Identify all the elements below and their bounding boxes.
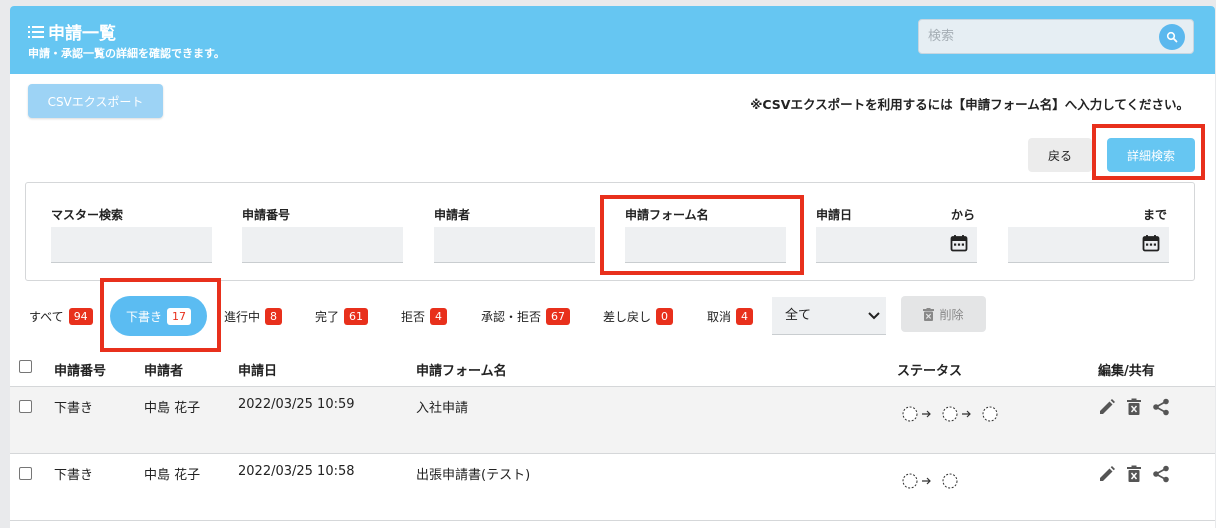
cell-date: 2022/03/25 10:59 [238,397,355,412]
applicant-input[interactable] [434,227,595,263]
applicant-label: 申請者 [434,208,471,222]
calendar-icon[interactable] [950,234,968,252]
page-title: 申請一覧 [28,19,116,44]
search-input[interactable] [919,20,1149,53]
tab-label: 差し戻し [603,309,652,324]
filter-select[interactable]: 全て [772,297,886,335]
date-from-label: から [951,208,976,222]
cell-date: 2022/03/25 10:58 [238,464,355,479]
cell-form-name: 出張申請書(テスト) [416,468,531,483]
delete-label: 削除 [939,307,964,322]
count-badge: 4 [430,307,448,325]
column-header: 申請番号 [54,364,107,379]
column-header: 申請日 [238,364,278,379]
tab-label: 承認・拒否 [481,309,542,324]
tab-label: 取消 [707,309,732,324]
share-icon[interactable] [1152,398,1170,416]
master-search-label: マスター検索 [51,208,124,222]
delete-button[interactable]: 削除 [901,296,986,332]
count-badge: 8 [265,307,283,325]
page-title-text: 申請一覧 [48,24,116,44]
cell-applicant: 中島 花子 [144,468,201,483]
highlight-draft-tab [100,278,221,352]
csv-export-button[interactable]: CSVエクスポート [28,84,163,118]
back-button[interactable]: 戻る [1028,138,1092,172]
csv-export-note: ※CSVエクスポートを利用するには【申請フォーム名】へ入力してください。 [750,97,1189,112]
date-from-input[interactable] [816,227,977,263]
row-actions [1098,465,1170,483]
cell-form-name: 入社申請 [416,401,469,416]
select-all-checkbox[interactable] [19,360,32,373]
row-checkbox[interactable] [19,467,32,480]
column-header: 申請フォーム名 [416,364,507,379]
count-badge: 67 [546,307,571,325]
select-value: 全て [785,308,812,323]
row-actions [1098,398,1170,416]
trash-icon [923,307,935,321]
table-header: 申請番号 申請者 申請日 申請フォーム名 ステータス 編集/共有 [10,351,1215,387]
application-number-input[interactable] [242,227,403,263]
column-header: 編集/共有 [1098,364,1155,379]
count-badge: 94 [68,307,93,325]
master-search-input[interactable] [51,227,212,263]
tab-cancelled[interactable]: 取消 4 [707,296,754,336]
page-subtitle: 申請・承認一覧の詳細を確認できます。 [28,47,225,60]
app-window: 申請一覧 申請・承認一覧の詳細を確認できます。 CSVエクスポート ※CSVエク… [10,6,1215,528]
application-date-label: 申請日 [816,208,853,222]
date-to-label: まで [1143,208,1168,222]
list-icon [28,25,44,38]
count-badge: 61 [344,307,369,325]
delete-icon[interactable] [1126,465,1142,483]
table-row[interactable]: 下書き 中島 花子 2022/03/25 10:58 出張申請書(テスト) [10,454,1215,521]
date-to-input[interactable] [1008,227,1169,263]
search-icon [1166,31,1178,43]
row-checkbox[interactable] [19,400,32,413]
status-flow [902,472,962,494]
column-header: ステータス [897,364,963,379]
search-box [918,19,1194,54]
status-step-icon [902,473,958,489]
status-flow [902,405,1002,427]
edit-icon[interactable] [1098,465,1116,483]
cell-applicant: 中島 花子 [144,401,201,416]
tab-in-progress[interactable]: 進行中 8 [224,296,283,336]
table-row[interactable]: 下書き 中島 花子 2022/03/25 10:59 入社申請 [10,387,1215,454]
tab-rejected[interactable]: 拒否 4 [401,296,448,336]
chevron-down-icon [868,312,880,320]
page-header: 申請一覧 申請・承認一覧の詳細を確認できます。 [10,6,1215,74]
count-badge: 4 [736,307,754,325]
delete-icon[interactable] [1126,398,1142,416]
tab-completed[interactable]: 完了 61 [315,296,369,336]
tab-label: すべて [29,309,64,324]
count-badge: 0 [656,307,674,325]
search-button[interactable] [1159,24,1185,50]
tab-approved-rejected[interactable]: 承認・拒否 67 [481,296,571,336]
tab-returned[interactable]: 差し戻し 0 [603,296,674,336]
tab-all[interactable]: すべて 94 [29,296,93,336]
cell-number: 下書き [54,468,94,483]
application-number-label: 申請番号 [242,208,291,222]
tab-label: 完了 [315,309,340,324]
tab-label: 拒否 [401,309,426,324]
status-step-icon [902,406,998,422]
calendar-icon[interactable] [1142,234,1160,252]
share-icon[interactable] [1152,465,1170,483]
tab-label: 進行中 [224,309,261,324]
highlight-advanced-search [1092,124,1205,180]
cell-number: 下書き [54,401,94,416]
edit-icon[interactable] [1098,398,1116,416]
column-header: 申請者 [144,364,184,379]
highlight-form-name [600,195,804,275]
